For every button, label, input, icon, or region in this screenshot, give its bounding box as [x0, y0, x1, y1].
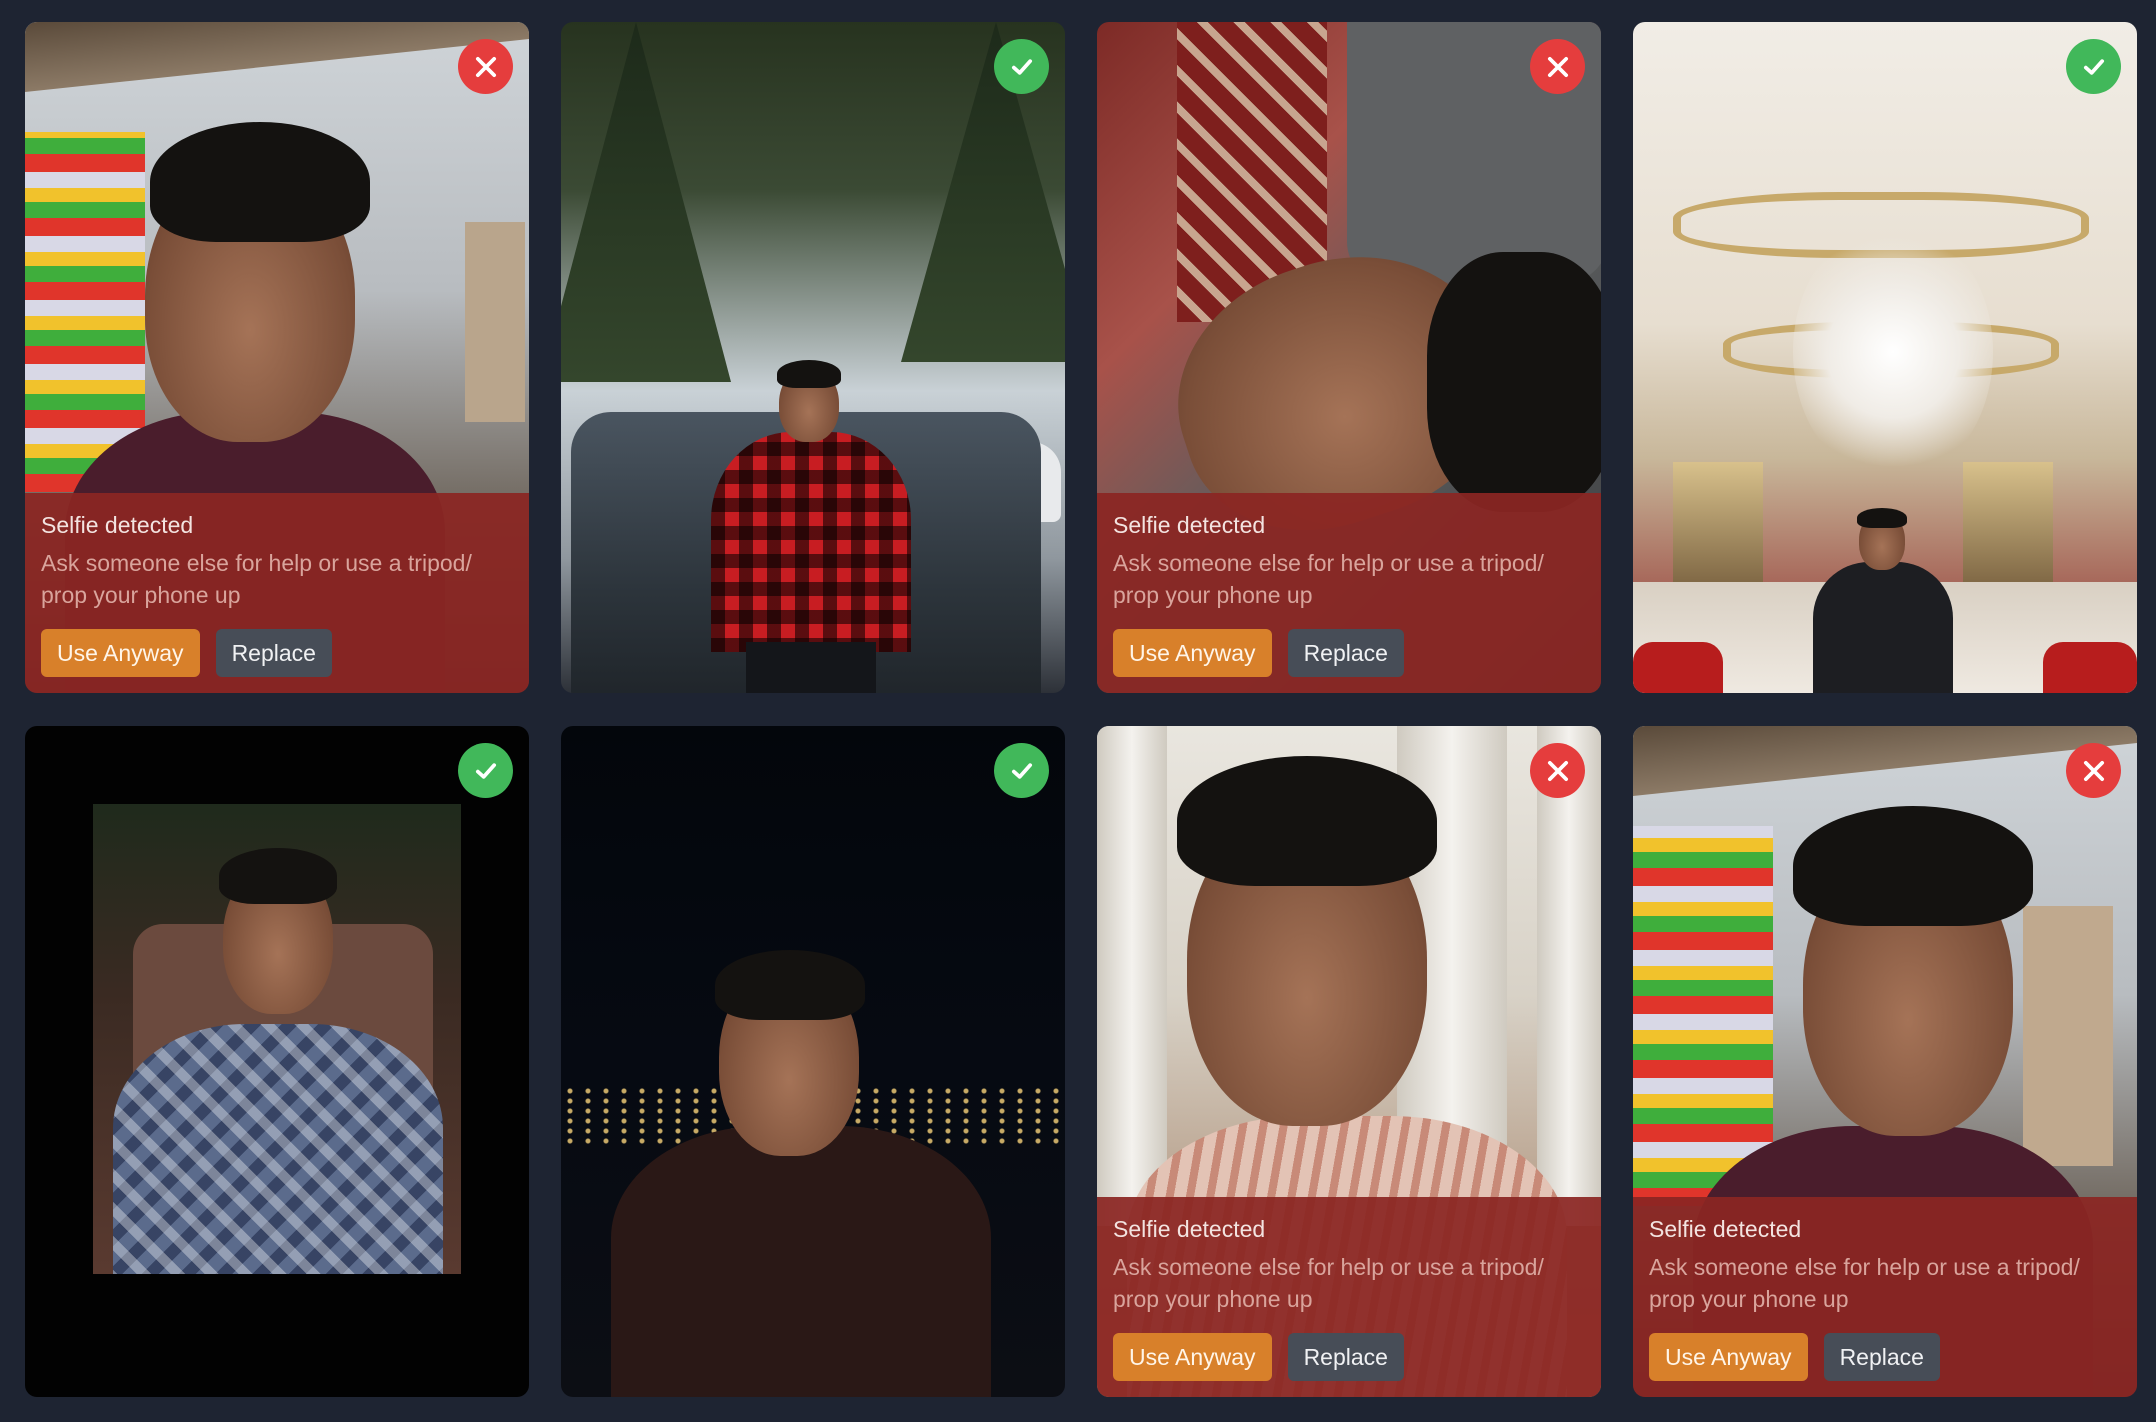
close-icon [475, 56, 496, 77]
photo-card[interactable]: Selfie detected Ask someone else for hel… [1097, 22, 1601, 693]
selfie-warning-panel: Selfie detected Ask someone else for hel… [25, 493, 529, 693]
accepted-badge [2066, 39, 2121, 94]
replace-button[interactable]: Replace [1287, 629, 1404, 677]
warning-message: Ask someone else for help or use a tripo… [1113, 1254, 1544, 1312]
warning-message: Ask someone else for help or use a tripo… [1649, 1254, 2080, 1312]
check-icon [1011, 762, 1032, 779]
check-icon [475, 762, 496, 779]
warning-message: Ask someone else for help or use a tripo… [41, 550, 472, 608]
warning-title: Selfie detected [1113, 512, 1266, 538]
photo-grid: Selfie detected Ask someone else for hel… [25, 22, 2137, 1397]
rejected-badge [458, 39, 513, 94]
close-icon [2083, 760, 2104, 781]
photo-image [561, 22, 1065, 693]
replace-button[interactable]: Replace [215, 629, 332, 677]
use-anyway-button[interactable]: Use Anyway [1113, 629, 1272, 677]
rejected-badge [2066, 743, 2121, 798]
photo-card[interactable]: Selfie detected Ask someone else for hel… [1097, 726, 1601, 1397]
rejected-badge [1530, 743, 1585, 798]
replace-button[interactable]: Replace [1823, 1333, 1940, 1381]
photo-card[interactable] [561, 726, 1065, 1397]
warning-title: Selfie detected [1649, 1216, 1802, 1242]
accepted-badge [994, 39, 1049, 94]
selfie-warning-panel: Selfie detected Ask someone else for hel… [1097, 493, 1601, 693]
replace-button[interactable]: Replace [1287, 1333, 1404, 1381]
close-icon [1547, 760, 1568, 781]
use-anyway-button[interactable]: Use Anyway [41, 629, 200, 677]
photo-card[interactable] [1633, 22, 2137, 693]
photo-image [561, 726, 1065, 1397]
accepted-badge [994, 743, 1049, 798]
use-anyway-button[interactable]: Use Anyway [1113, 1333, 1272, 1381]
accepted-badge [458, 743, 513, 798]
photo-card[interactable] [561, 22, 1065, 693]
check-icon [1011, 58, 1032, 75]
photo-card[interactable] [25, 726, 529, 1397]
selfie-warning-panel: Selfie detected Ask someone else for hel… [1633, 1197, 2137, 1397]
warning-title: Selfie detected [1113, 1216, 1266, 1242]
photo-image [1633, 22, 2137, 693]
selfie-warning-panel: Selfie detected Ask someone else for hel… [1097, 1197, 1601, 1397]
rejected-badge [1530, 39, 1585, 94]
close-icon [1547, 56, 1568, 77]
photo-card[interactable]: Selfie detected Ask someone else for hel… [1633, 726, 2137, 1397]
check-icon [2083, 58, 2104, 75]
warning-title: Selfie detected [41, 512, 194, 538]
photo-card[interactable]: Selfie detected Ask someone else for hel… [25, 22, 529, 693]
warning-message: Ask someone else for help or use a tripo… [1113, 550, 1544, 608]
use-anyway-button[interactable]: Use Anyway [1649, 1333, 1808, 1381]
photo-image [25, 726, 529, 1397]
